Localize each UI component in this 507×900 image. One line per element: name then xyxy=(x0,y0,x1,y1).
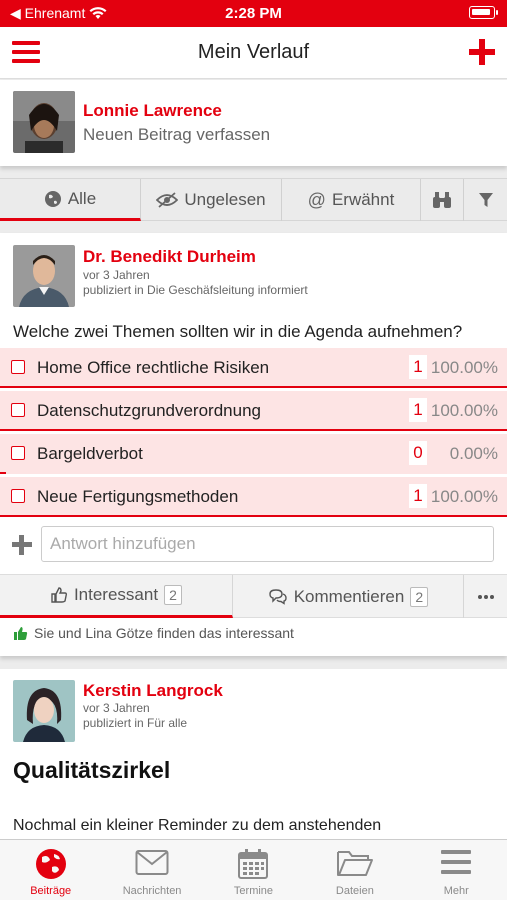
tab-dateien[interactable]: Dateien xyxy=(304,840,405,900)
comment-label: Kommentieren xyxy=(293,586,405,606)
poll-option-percent: 100.00% xyxy=(430,487,498,506)
post-published-in[interactable]: publiziert in Für alle xyxy=(83,716,187,731)
search-button[interactable] xyxy=(421,179,464,221)
more-button[interactable] xyxy=(464,575,507,618)
folder-icon xyxy=(336,851,373,876)
tab-label: Termine xyxy=(233,885,274,897)
poll-question: Welche zwei Themen sollten wir in die Ag… xyxy=(13,322,463,341)
poll-option[interactable]: Home Office rechtliche Risiken 1 100.00% xyxy=(0,348,507,388)
page-title: Mein Verlauf xyxy=(197,41,310,63)
poll-option-percent: 0.00% xyxy=(449,444,498,463)
avatar xyxy=(13,245,75,307)
envelope-icon xyxy=(135,850,169,875)
post-time: vor 3 Jahren xyxy=(83,701,150,715)
tab-label: Mehr xyxy=(443,885,469,897)
new-post-composer[interactable]: Lonnie Lawrence Neuen Beitrag verfassen xyxy=(0,80,507,166)
globe-icon xyxy=(35,849,66,879)
funnel-icon xyxy=(478,193,493,207)
avatar xyxy=(13,680,75,742)
poll-option-percent: 100.00% xyxy=(430,358,498,377)
checkbox[interactable] xyxy=(11,360,25,374)
like-button[interactable]: Interessant 2 xyxy=(0,575,233,618)
tab-beitraege[interactable]: Beiträge xyxy=(0,840,101,900)
post-card-poll: Dr. Benedikt Durheim vor 3 Jahren publiz… xyxy=(0,233,507,656)
clock: 2:28 PM xyxy=(225,5,282,22)
tab-label: Beiträge xyxy=(30,885,72,897)
thumbs-up-icon xyxy=(51,587,67,603)
plus-icon[interactable] xyxy=(12,535,32,555)
tab-erwaehnt[interactable]: @ Erwähnt xyxy=(282,179,421,221)
poll-option[interactable]: Bargeldverbot 0 0.00% xyxy=(0,434,507,474)
comment-count-badge: 2 xyxy=(410,586,429,607)
post-body: Nochmal ein kleiner Reminder zu dem anst… xyxy=(13,817,382,834)
tab-nachrichten[interactable]: Nachrichten xyxy=(101,840,202,900)
tab-alle-label: Alle xyxy=(67,188,97,208)
post-published-in[interactable]: publiziert in Die Geschäfsleitung inform… xyxy=(83,283,308,298)
likes-text: Sie und Lina Götze finden das interessan… xyxy=(34,625,294,641)
like-label: Interessant xyxy=(73,585,159,604)
tab-erwaehnt-label: Erwähnt xyxy=(331,190,395,209)
menu-icon xyxy=(441,850,472,874)
avatar xyxy=(13,91,75,153)
tab-alle[interactable]: Alle xyxy=(0,179,141,221)
poll-option-label: Neue Fertigungsmethoden xyxy=(37,487,239,506)
post-author[interactable]: Dr. Benedikt Durheim xyxy=(83,247,256,267)
comment-button[interactable]: Kommentieren 2 xyxy=(233,575,464,618)
plus-icon[interactable] xyxy=(469,39,495,65)
at-icon: @ xyxy=(307,189,326,210)
like-count-badge: 2 xyxy=(164,585,183,605)
tab-label: Dateien xyxy=(335,885,374,897)
post-title: Qualitätszirkel xyxy=(13,757,171,783)
poll-option[interactable]: Neue Fertigungsmethoden 1 100.00% xyxy=(0,477,507,517)
tab-ungelesen-label: Ungelesen xyxy=(184,190,266,209)
binoculars-icon xyxy=(433,192,451,208)
poll-option-count: 1 xyxy=(409,484,427,508)
calendar-icon xyxy=(238,849,269,879)
bottom-tab-bar: Beiträge Nachrichten Termine Dateien Meh… xyxy=(0,839,507,900)
poll-option-label: Bargeldverbot xyxy=(37,444,143,463)
post-time: vor 3 Jahren xyxy=(83,268,150,282)
add-answer-row xyxy=(0,523,507,567)
checkbox[interactable] xyxy=(11,446,25,460)
filter-button[interactable] xyxy=(464,179,507,221)
tab-termine[interactable]: Termine xyxy=(203,840,304,900)
checkbox[interactable] xyxy=(11,403,25,417)
globe-icon xyxy=(44,190,61,207)
post-card: Kerstin Langrock vor 3 Jahren publiziert… xyxy=(0,669,507,844)
poll-option-percent: 100.00% xyxy=(430,401,498,420)
poll-option-count: 1 xyxy=(409,398,427,422)
eye-slash-icon xyxy=(156,192,179,208)
filter-tabs: Alle Ungelesen @ Erwähnt xyxy=(0,178,507,221)
likes-summary[interactable]: Sie und Lina Götze finden das interessan… xyxy=(13,625,294,641)
poll-option-bar xyxy=(0,472,6,474)
poll-option-count: 0 xyxy=(409,441,427,465)
tab-label: Nachrichten xyxy=(122,885,182,897)
poll-option-label: Datenschutzgrundverordnung xyxy=(37,401,261,420)
post-author[interactable]: Kerstin Langrock xyxy=(83,681,223,701)
checkbox[interactable] xyxy=(11,489,25,503)
comments-icon xyxy=(269,589,287,605)
composer-user-name[interactable]: Lonnie Lawrence xyxy=(83,101,222,121)
poll-option[interactable]: Datenschutzgrundverordnung 1 100.00% xyxy=(0,391,507,431)
post-actions: Interessant 2 Kommentieren 2 xyxy=(0,574,507,618)
status-bar: ◀ Ehrenamt 2:28 PM xyxy=(0,0,507,27)
battery-icon xyxy=(469,6,498,19)
add-answer-input[interactable] xyxy=(41,526,494,562)
tab-ungelesen[interactable]: Ungelesen xyxy=(141,179,282,221)
tab-mehr[interactable]: Mehr xyxy=(406,840,507,900)
ellipsis-icon xyxy=(477,594,494,599)
poll-option-count: 1 xyxy=(409,355,427,379)
thumbs-up-icon xyxy=(14,626,28,640)
poll-option-label: Home Office rechtliche Risiken xyxy=(37,358,270,377)
composer-prompt[interactable]: Neuen Beitrag verfassen xyxy=(83,125,270,145)
nav-bar: Mein Verlauf xyxy=(0,27,507,79)
